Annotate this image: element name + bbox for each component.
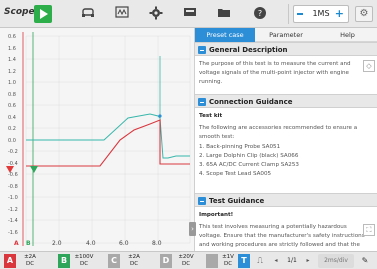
- y-tick: 0.4: [8, 114, 16, 121]
- y-tick: 1.0: [8, 80, 16, 86]
- channel-range: ±2A: [24, 254, 36, 260]
- time-value: 1MS: [312, 9, 330, 18]
- minus-icon[interactable]: [297, 13, 303, 15]
- y-tick: 0.2: [8, 126, 16, 132]
- channel-b-axis-mark: B: [26, 240, 31, 247]
- section-connection-guidance[interactable]: Connection Guidance: [195, 94, 377, 108]
- collapse-icon[interactable]: [198, 197, 206, 205]
- section-title: Connection Guidance: [209, 98, 293, 106]
- panel-tabs: Preset case Parameter Help: [195, 28, 377, 42]
- section-title: General Description: [209, 46, 288, 54]
- y-tick: -1.6: [8, 229, 18, 236]
- timebase-value[interactable]: 2ms/div: [318, 254, 354, 268]
- channel-range: ±1V: [222, 254, 234, 260]
- general-description-text: The purpose of this test is to measure t…: [199, 61, 351, 85]
- folder-icon[interactable]: [216, 6, 232, 22]
- y-tick: -0.4: [8, 160, 18, 167]
- save-record-icon[interactable]: [182, 6, 198, 22]
- collapse-icon[interactable]: [198, 46, 206, 54]
- collapse-icon[interactable]: [198, 98, 206, 106]
- x-tick: 4.0: [86, 240, 96, 247]
- y-tick: 0.6: [8, 103, 16, 109]
- waveform-preset-icon[interactable]: [114, 6, 130, 22]
- test-kit-item: 1. Back-pinning Probe SA051: [199, 144, 281, 150]
- channel-d-settings[interactable]: ±20V DC: [174, 254, 198, 268]
- channel-coupling: DC: [223, 261, 233, 267]
- channel-a-settings[interactable]: ±2A DC: [18, 254, 42, 268]
- test-guidance-text: This test involves measuring a potential…: [199, 224, 365, 248]
- tab-preset-case[interactable]: Preset case: [195, 28, 255, 42]
- channel-range: ±100V: [74, 254, 94, 260]
- x-tick: 2.0: [52, 240, 62, 247]
- channel-bar: A ±2A DC B ±100V DC C ±2A DC D ±20V DC ±1V DC…: [0, 251, 377, 269]
- channel-coupling: DC: [181, 261, 191, 267]
- channel-coupling: DC: [129, 261, 139, 267]
- play-button[interactable]: [34, 5, 52, 23]
- scope-waveform: [6, 32, 191, 246]
- channel-c-button[interactable]: C: [108, 254, 120, 268]
- scope-app: Scope ? 1MS + ⚙ 0.6 1.6 1.4 1.2 1.0 0.8 …: [0, 0, 377, 269]
- next-page-icon[interactable]: ▸: [302, 254, 314, 268]
- flag-icon[interactable]: ◇: [363, 60, 375, 72]
- scope-display[interactable]: 0.6 1.6 1.4 1.2 1.0 0.8 0.6 0.4 0.2 0.0 …: [0, 28, 194, 251]
- test-kit-heading: Test kit: [199, 113, 223, 119]
- channel-coupling: DC: [79, 261, 89, 267]
- trigger-button[interactable]: T: [238, 254, 250, 268]
- channel-range: ±2A: [128, 254, 140, 260]
- test-kit-intro: The following are accessories recommende…: [199, 125, 358, 140]
- section-test-guidance[interactable]: Test Guidance: [195, 193, 377, 207]
- y-tick: 0.6: [8, 34, 16, 40]
- x-tick: 8.0: [152, 240, 162, 247]
- channel-coupling: DC: [25, 261, 35, 267]
- trigger-edge-icon[interactable]: ⎍: [254, 254, 266, 268]
- y-tick: 1.4: [8, 57, 16, 63]
- svg-text:?: ?: [258, 9, 262, 18]
- section-general-description[interactable]: General Description: [195, 42, 377, 56]
- channel-range: ±20V: [178, 254, 194, 260]
- panel-content[interactable]: General Description The purpose of this …: [195, 42, 377, 251]
- y-tick: -1.4: [8, 218, 18, 224]
- y-tick: 0.0: [8, 137, 16, 144]
- y-tick: 1.6: [8, 45, 16, 52]
- car-icon[interactable]: [80, 6, 96, 22]
- y-tick: -0.8: [8, 183, 18, 190]
- help-icon[interactable]: ?: [252, 6, 268, 22]
- math-channel-settings[interactable]: ±1V DC: [216, 254, 240, 268]
- settings-button[interactable]: ⚙: [355, 6, 373, 22]
- channel-b-button[interactable]: B: [58, 254, 70, 268]
- y-tick: -1.2: [8, 206, 18, 213]
- x-tick: 6.0: [119, 240, 129, 247]
- channel-a-axis-mark: A: [14, 240, 19, 247]
- y-tick: 1.2: [8, 68, 16, 75]
- time-per-div-control[interactable]: 1MS +: [293, 5, 349, 23]
- y-tick: -1.0: [8, 195, 18, 201]
- prev-page-icon[interactable]: ◂: [270, 254, 282, 268]
- test-kit-item: 4. Scope Test Lead SA005: [199, 171, 272, 177]
- test-kit-item: 3. 65A AC/DC Current Clamp SA253: [199, 162, 299, 168]
- section-title: Test Guidance: [209, 197, 265, 205]
- toolbar-divider: [288, 4, 289, 24]
- channel-b-settings[interactable]: ±100V DC: [72, 254, 96, 268]
- page-indicator: 1/1: [287, 257, 297, 264]
- tab-help[interactable]: Help: [317, 28, 377, 42]
- y-tick: -0.2: [8, 149, 18, 155]
- channel-d-button[interactable]: D: [160, 254, 172, 268]
- y-tick: -0.6: [8, 172, 18, 178]
- edit-icon[interactable]: ✎: [358, 254, 372, 268]
- panel-collapse-handle[interactable]: ›: [189, 222, 196, 236]
- channel-a-button[interactable]: A: [4, 254, 16, 268]
- tab-parameter[interactable]: Parameter: [255, 28, 317, 42]
- y-tick: 0.8: [8, 91, 16, 98]
- info-panel: Preset case Parameter Help General Descr…: [189, 28, 377, 251]
- y-axis-labels: 0.6 1.6 1.4 1.2 1.0 0.8 0.6 0.4 0.2 0.0 …: [8, 32, 18, 239]
- plus-icon[interactable]: +: [335, 6, 344, 22]
- expand-icon[interactable]: ⛶: [363, 224, 375, 236]
- important-heading: Important!: [199, 212, 234, 218]
- gear-icon[interactable]: [148, 6, 164, 22]
- channel-c-settings[interactable]: ±2A DC: [122, 254, 146, 268]
- test-kit-item: 2. Large Dolphin Clip (black) SA066: [199, 153, 299, 159]
- top-toolbar: Scope ? 1MS + ⚙: [0, 0, 377, 28]
